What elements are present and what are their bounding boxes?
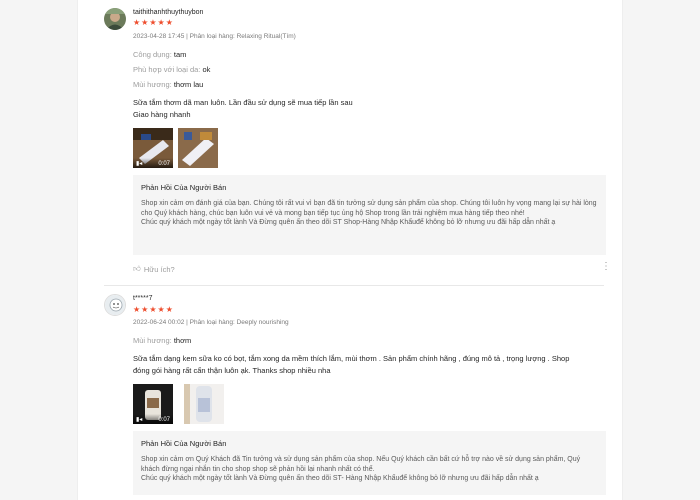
review-attr-skin-type: Phù hợp với loại da: ok (133, 65, 211, 74)
seller-reply-text: Shop xin cảm ơn Quý Khách đã Tin tưởng v… (141, 456, 581, 482)
video-duration: 0:07 (158, 161, 170, 167)
more-options-icon[interactable]: ⋮ (601, 262, 611, 272)
video-icon: ▮◂ (136, 417, 143, 423)
seller-reply-title: Phản Hồi Của Người Bán (141, 439, 227, 448)
review-author[interactable]: t*****7 (133, 295, 152, 302)
seller-reply-text: Shop xin cảm ơn đánh giá của bạn. Chúng … (141, 200, 597, 226)
review-item: t*****7 ★★★★★ 2022-06-24 00:02 | Phân lo… (78, 286, 622, 500)
review-author[interactable]: taithithanhthuythuybon (133, 9, 203, 16)
review-text: Sữa tắm thơm dã man luôn. Lần đầu sử dụn… (133, 98, 353, 119)
review-meta: 2022-06-24 00:02 | Phân loại hàng: Deepl… (133, 319, 289, 326)
helpful-button[interactable]: 👍︎ Hữu ích? (133, 264, 175, 274)
seller-reply-title: Phản Hồi Của Người Bán (141, 183, 227, 192)
review-item: taithithanhthuythuybon ★★★★★ 2023-04-28 … (78, 0, 622, 285)
seller-reply: Phản Hồi Của Người Bán Shop xin cảm ơn Q… (133, 431, 606, 495)
video-icon: ▮◂ (136, 161, 143, 167)
review-attr-scent: Mùi hương: thơm (133, 336, 192, 345)
avatar[interactable] (104, 294, 126, 316)
review-attr-usage: Công dụng: tam (133, 50, 187, 59)
avatar[interactable] (104, 8, 126, 30)
video-duration: 0:07 (158, 417, 170, 423)
review-text: Sữa tắm dạng kem sữa ko có bọt, tắm xong… (133, 354, 570, 375)
review-attr-scent: Mùi hương: thơm lau (133, 80, 204, 89)
seller-reply: Phản Hồi Của Người Bán Shop xin cảm ơn đ… (133, 175, 606, 255)
review-video-thumbnail[interactable]: ▮◂ 0:07 (133, 128, 173, 168)
review-image-thumbnail[interactable] (178, 128, 218, 168)
reviews-panel: taithithanhthuythuybon ★★★★★ 2023-04-28 … (77, 0, 623, 500)
review-meta: 2023-04-28 17:45 | Phân loại hàng: Relax… (133, 33, 296, 40)
rating-stars: ★★★★★ (133, 305, 174, 314)
review-video-thumbnail[interactable]: ▮◂ 0:07 (133, 384, 173, 424)
thumbs-up-icon: 👍︎ (133, 264, 141, 273)
review-image-thumbnail[interactable] (184, 384, 224, 424)
rating-stars: ★★★★★ (133, 18, 174, 27)
